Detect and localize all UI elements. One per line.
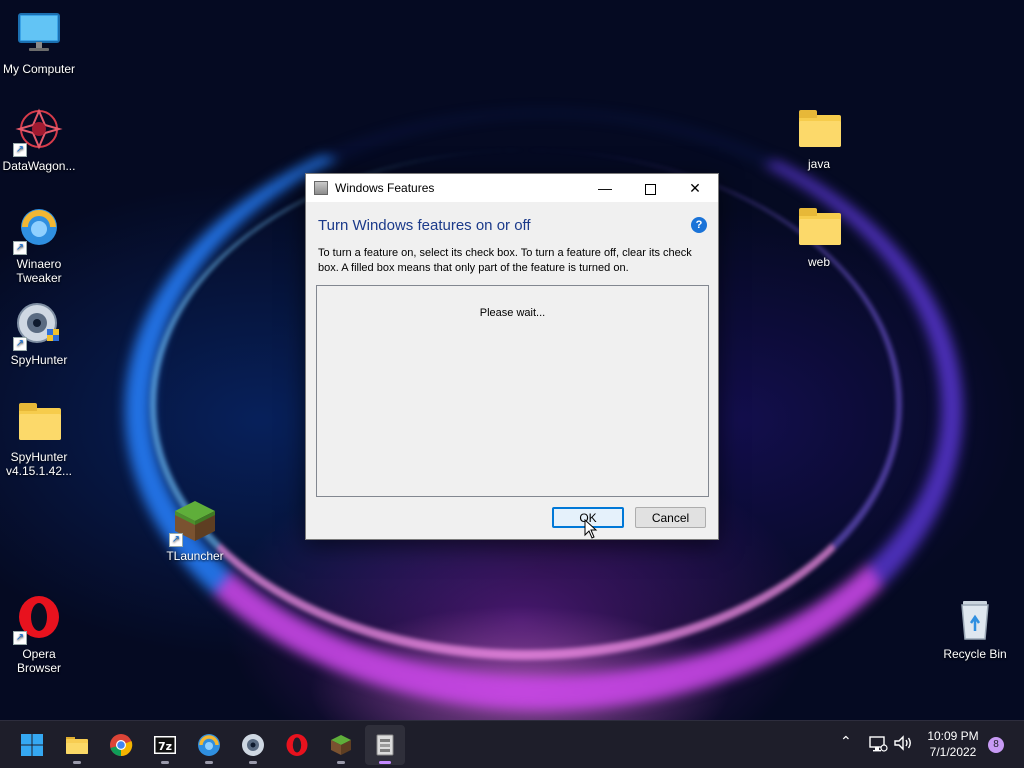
desktop-icon-label: Winaero Tweaker — [16, 257, 62, 285]
shortcut-arrow-icon: ↗ — [13, 241, 27, 255]
opera-icon: ↗ — [13, 595, 63, 645]
dialog-title-bar[interactable]: Windows Features — ✕ — [306, 174, 718, 202]
notification-badge[interactable]: 8 — [988, 737, 1004, 753]
taskbar: 7z ⌃ 10:09 PM 7/1/2022 8 — [0, 720, 1024, 768]
desktop-icon-label: Opera Browser — [16, 647, 61, 675]
desktop-icon-label: SpyHunter — [10, 353, 68, 367]
clock-date: 7/1/2022 — [929, 745, 977, 759]
datawagon-icon: ↗ — [13, 107, 63, 157]
taskbar-7zip[interactable]: 7z — [145, 725, 185, 765]
shortcut-arrow-icon: ↗ — [13, 631, 27, 645]
windows-features-icon — [314, 181, 328, 195]
desktop-icon-label: java — [807, 157, 830, 171]
desktop-icon-my-computer[interactable]: My Computer — [1, 10, 77, 76]
spyhunter-icon — [242, 734, 264, 756]
folder-icon — [795, 203, 843, 251]
dialog-description: To turn a feature on, select its check b… — [318, 247, 692, 274]
windows-features-icon — [376, 734, 394, 756]
desktop-icon-tlauncher[interactable]: ↗ TLauncher — [157, 497, 233, 563]
windows-features-dialog: Windows Features — ✕ Turn Windows featur… — [305, 173, 719, 540]
desktop-icon-winaero-tweaker[interactable]: ↗ Winaero Tweaker — [1, 205, 77, 285]
minimize-icon: — — [598, 180, 612, 196]
network-icon[interactable] — [868, 733, 888, 753]
taskbar-start-button[interactable] — [12, 725, 52, 765]
help-icon[interactable]: ? — [691, 217, 707, 233]
desktop-icon-label: My Computer — [2, 62, 76, 76]
desktop-icon-label: DataWagon... — [2, 159, 76, 173]
maximize-icon — [644, 183, 656, 195]
desktop-icon-label: SpyHunter v4.15.1.42... — [5, 450, 73, 478]
folder-icon — [795, 105, 843, 153]
volume-icon[interactable] — [893, 733, 913, 753]
desktop-icon-label: TLauncher — [166, 549, 224, 563]
taskbar-clock[interactable]: 10:09 PM 7/1/2022 — [920, 728, 986, 760]
desktop-icon-datawagon[interactable]: ↗ DataWagon... — [1, 107, 77, 173]
grass-block-icon: ↗ — [169, 497, 219, 547]
monitor-icon — [15, 10, 63, 58]
mouse-cursor-icon — [584, 519, 598, 539]
7zip-icon: 7z — [154, 736, 176, 754]
opera-icon — [286, 734, 308, 756]
taskbar-windows-features[interactable] — [365, 725, 405, 765]
winaero-icon — [198, 734, 220, 756]
shortcut-arrow-icon: ↗ — [169, 533, 183, 547]
shortcut-arrow-icon: ↗ — [13, 143, 27, 157]
maximize-button[interactable] — [627, 174, 673, 202]
grass-block-icon — [331, 735, 351, 755]
recycle-bin-icon — [951, 595, 999, 643]
desktop-icon-label: Recycle Bin — [943, 647, 1007, 661]
desktop-icon-opera-browser[interactable]: ↗ Opera Browser — [1, 595, 77, 675]
show-hidden-icons-chevron-icon[interactable]: ⌃ — [840, 733, 852, 750]
folder-icon — [15, 398, 63, 446]
spyhunter-icon: ↗ — [13, 301, 63, 351]
desktop-icon-java-folder[interactable]: java — [781, 105, 857, 171]
taskbar-spyhunter[interactable] — [233, 725, 273, 765]
close-icon: ✕ — [689, 180, 701, 196]
loading-text: Please wait... — [479, 307, 546, 319]
folder-icon — [66, 737, 88, 754]
close-button[interactable]: ✕ — [672, 174, 718, 202]
dialog-heading: Turn Windows features on or off — [318, 217, 531, 234]
7zip-text: 7z — [158, 740, 172, 753]
cancel-button[interactable]: Cancel — [635, 507, 706, 528]
taskbar-tlauncher[interactable] — [321, 725, 361, 765]
taskbar-opera[interactable] — [277, 725, 317, 765]
desktop-icon-recycle-bin[interactable]: Recycle Bin — [937, 595, 1013, 661]
desktop-icon-spyhunter[interactable]: ↗ SpyHunter — [1, 301, 77, 367]
windows-start-icon — [21, 734, 43, 756]
desktop-icon-label: web — [807, 255, 830, 269]
chrome-icon — [110, 734, 133, 757]
taskbar-file-explorer[interactable] — [57, 725, 97, 765]
desktop-icon-web-folder[interactable]: web — [781, 203, 857, 269]
winaero-icon: ↗ — [13, 205, 63, 255]
dialog-title: Windows Features — [335, 181, 435, 195]
taskbar-winaero[interactable] — [189, 725, 229, 765]
clock-time: 10:09 PM — [927, 729, 979, 743]
minimize-button[interactable]: — — [582, 174, 628, 202]
desktop-icon-spyhunter-folder[interactable]: SpyHunter v4.15.1.42... — [1, 398, 77, 478]
shortcut-arrow-icon: ↗ — [13, 337, 27, 351]
features-tree-list[interactable]: Please wait... — [316, 285, 709, 497]
taskbar-chrome[interactable] — [101, 725, 141, 765]
